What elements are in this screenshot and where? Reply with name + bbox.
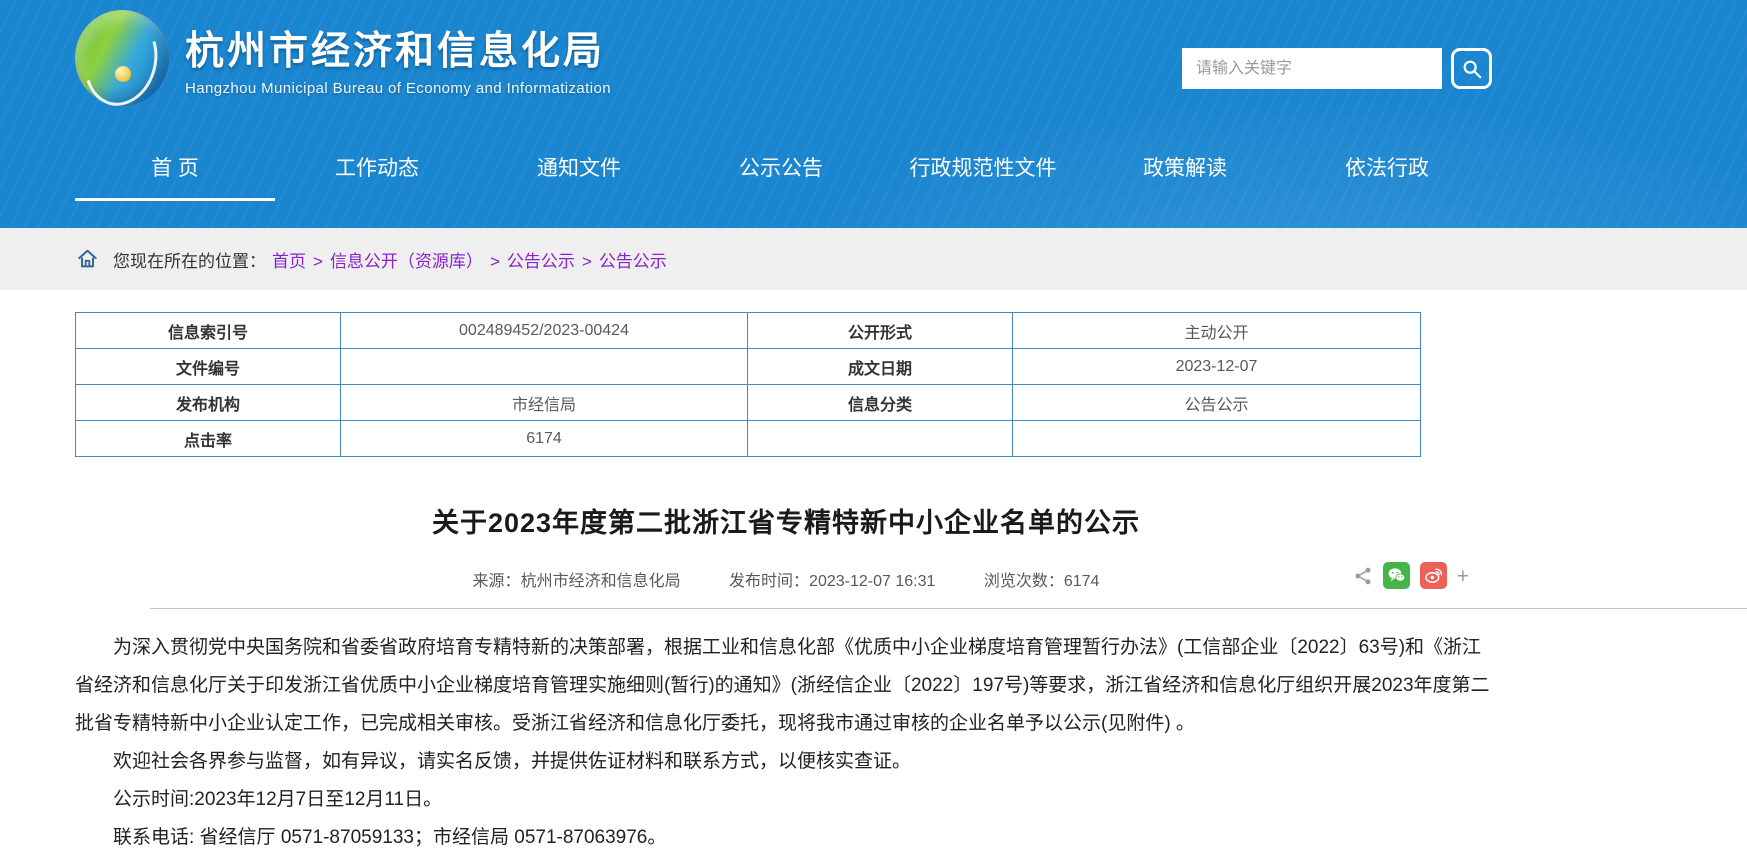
info-value: 主动公开: [1013, 313, 1421, 349]
nav-active-underline: [883, 198, 1083, 201]
more-share-icon[interactable]: +: [1457, 564, 1469, 587]
info-value: 市经信局: [341, 385, 748, 421]
breadcrumb-link-4[interactable]: 公告公示: [599, 252, 667, 271]
site-logo-icon: [75, 10, 169, 106]
meta-views: 浏览次数：6174: [984, 573, 1100, 590]
nav-item-label: 政策解读: [1143, 157, 1227, 180]
wechat-share-icon[interactable]: [1383, 562, 1410, 589]
info-label: 点击率: [76, 421, 341, 457]
page: 杭州市经济和信息化局 Hangzhou Municipal Bureau of …: [0, 0, 1747, 850]
meta-views-label: 浏览次数：: [984, 573, 1064, 590]
info-value: [341, 349, 748, 385]
info-value: 2023-12-07: [1013, 349, 1421, 385]
meta-source-value: 杭州市经济和信息化局: [521, 573, 681, 590]
info-label: 文件编号: [76, 349, 341, 385]
breadcrumb-links: 首页 > 信息公开（资源库） > 公告公示 > 公告公示: [272, 247, 667, 272]
article-paragraph-3: 公示时间:2023年12月7日至12月11日。: [75, 781, 1499, 819]
info-value: 6174: [341, 421, 748, 457]
search-icon: [1461, 58, 1483, 80]
info-label: 信息分类: [748, 385, 1013, 421]
info-label: [748, 421, 1013, 457]
nav-active-underline: [681, 198, 881, 201]
nav-item-label: 依法行政: [1345, 157, 1429, 180]
brand[interactable]: 杭州市经济和信息化局 Hangzhou Municipal Bureau of …: [75, 10, 611, 106]
search-input[interactable]: [1182, 48, 1442, 89]
nav-active-underline: [277, 198, 477, 201]
meta-views-value: 6174: [1064, 573, 1100, 590]
nav-item-1[interactable]: 首 页: [75, 128, 275, 201]
info-label: 公开形式: [748, 313, 1013, 349]
info-label: 信息索引号: [76, 313, 341, 349]
info-label: 发布机构: [76, 385, 341, 421]
article-paragraph-4: 联系电话: 省经信厅 0571-87059133；市经信局 0571-87063…: [75, 819, 1499, 850]
nav-active-underline: [75, 198, 275, 201]
nav-item-5[interactable]: 行政规范性文件: [883, 128, 1083, 201]
nav-item-6[interactable]: 政策解读: [1085, 128, 1285, 201]
nav-item-label: 工作动态: [335, 157, 419, 180]
nav-item-4[interactable]: 公示公告: [681, 128, 881, 201]
main-nav: 首 页 工作动态 通知文件 公示公告 行政规范性文件 政策解读 依法行政: [75, 128, 1487, 201]
meta-source-label: 来源：: [473, 573, 521, 590]
meta-publish-label: 发布时间：: [729, 573, 809, 590]
nav-item-label: 行政规范性文件: [910, 157, 1057, 180]
meta-publish-time: 发布时间：2023-12-07 16:31: [729, 573, 935, 590]
nav-item-label: 首 页: [151, 157, 199, 180]
header-top: 杭州市经济和信息化局 Hangzhou Municipal Bureau of …: [0, 0, 1747, 128]
search-button[interactable]: [1451, 48, 1492, 89]
meta-divider: [150, 608, 1747, 609]
nav-active-underline: [479, 198, 679, 201]
nav-item-2[interactable]: 工作动态: [277, 128, 477, 201]
meta-source: 来源：杭州市经济和信息化局: [473, 573, 681, 590]
info-table: 信息索引号002489452/2023-00424公开形式主动公开文件编号成文日…: [75, 312, 1421, 457]
share-icons: +: [1353, 562, 1469, 589]
nav-item-label: 公示公告: [739, 157, 823, 180]
main-content: 信息索引号002489452/2023-00424公开形式主动公开文件编号成文日…: [0, 312, 1747, 850]
info-table-row: 发布机构市经信局信息分类公告公示: [76, 385, 1421, 421]
info-label: 成文日期: [748, 349, 1013, 385]
info-table-row: 信息索引号002489452/2023-00424公开形式主动公开: [76, 313, 1421, 349]
info-value: 002489452/2023-00424: [341, 313, 748, 349]
weibo-share-icon[interactable]: [1420, 562, 1447, 589]
site-subtitle: Hangzhou Municipal Bureau of Economy and…: [185, 80, 611, 97]
breadcrumb-separator: >: [313, 252, 323, 271]
article: 关于2023年度第二批浙江省专精特新中小企业名单的公示 来源：杭州市经济和信息化…: [75, 501, 1497, 609]
article-meta-row: 来源：杭州市经济和信息化局 发布时间：2023-12-07 16:31 浏览次数…: [75, 562, 1497, 594]
breadcrumb-link-3[interactable]: 公告公示: [507, 252, 575, 271]
nav-item-3[interactable]: 通知文件: [479, 128, 679, 201]
article-body: 为深入贯彻党中央国务院和省委省政府培育专精特新的决策部署，根据工业和信息化部《优…: [75, 629, 1499, 850]
nav-item-7[interactable]: 依法行政: [1287, 128, 1487, 201]
article-meta: 来源：杭州市经济和信息化局 发布时间：2023-12-07 16:31 浏览次数…: [75, 562, 1497, 591]
nav-active-underline: [1287, 198, 1487, 201]
breadcrumb-link-2[interactable]: 信息公开（资源库）: [330, 252, 483, 271]
nav-active-underline: [1085, 198, 1285, 201]
search-bar: [1182, 48, 1492, 89]
nav-item-label: 通知文件: [537, 157, 621, 180]
site-title: 杭州市经济和信息化局: [185, 20, 611, 76]
breadcrumb: 您现在所在的位置： 首页 > 信息公开（资源库） > 公告公示 > 公告公示: [0, 228, 1747, 290]
info-table-row: 点击率6174: [76, 421, 1421, 457]
breadcrumb-link-1[interactable]: 首页: [272, 252, 306, 271]
breadcrumb-separator: >: [490, 252, 500, 271]
home-icon[interactable]: [76, 248, 99, 270]
info-value: [1013, 421, 1421, 457]
site-header: 杭州市经济和信息化局 Hangzhou Municipal Bureau of …: [0, 0, 1747, 228]
breadcrumb-separator: >: [582, 252, 592, 271]
article-paragraph-1: 为深入贯彻党中央国务院和省委省政府培育专精特新的决策部署，根据工业和信息化部《优…: [75, 629, 1499, 743]
article-paragraph-2: 欢迎社会各界参与监督，如有异议，请实名反馈，并提供佐证材料和联系方式，以便核实查…: [75, 743, 1499, 781]
article-title: 关于2023年度第二批浙江省专精特新中小企业名单的公示: [75, 501, 1497, 540]
breadcrumb-prefix: 您现在所在的位置：: [113, 247, 266, 272]
meta-publish-value: 2023-12-07 16:31: [809, 573, 935, 590]
brand-text: 杭州市经济和信息化局 Hangzhou Municipal Bureau of …: [185, 20, 611, 97]
share-icon[interactable]: [1353, 566, 1373, 586]
info-table-row: 文件编号 成文日期2023-12-07: [76, 349, 1421, 385]
info-value: 公告公示: [1013, 385, 1421, 421]
